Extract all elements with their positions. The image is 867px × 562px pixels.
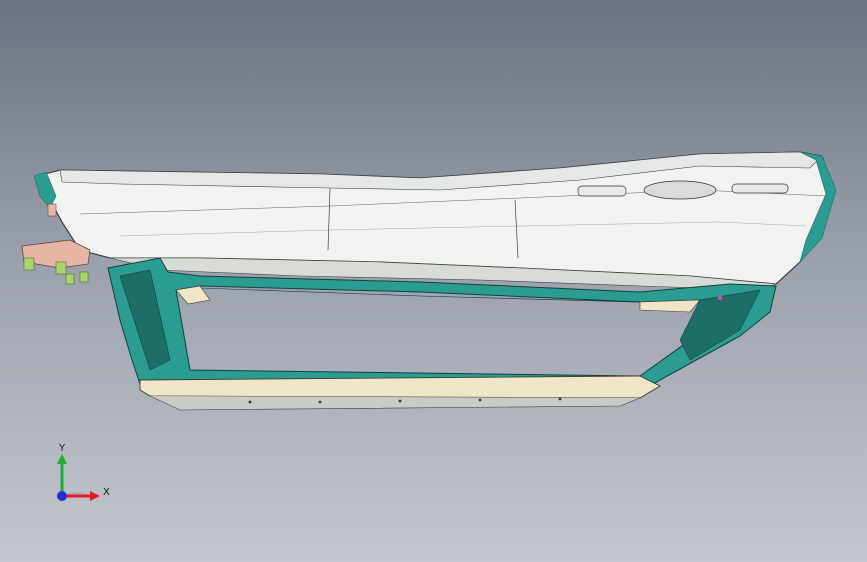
sill-hole	[248, 400, 252, 404]
clip-top[interactable]	[47, 203, 57, 217]
y-axis-label: Y	[59, 443, 66, 454]
armrest-pocket[interactable]	[731, 183, 789, 194]
y-axis-arrowhead	[57, 454, 67, 464]
fastener-3[interactable]	[65, 273, 75, 285]
fastener-1[interactable]	[23, 257, 35, 271]
sill-hole	[318, 400, 322, 404]
reference-marker[interactable]	[717, 295, 723, 301]
fastener-2[interactable]	[55, 261, 67, 275]
x-axis-arrowhead	[90, 491, 100, 501]
door-trim-panel-model[interactable]	[0, 0, 867, 562]
sill-hole	[478, 398, 482, 402]
door-handle-recess[interactable]	[643, 180, 717, 200]
cad-viewport[interactable]: Y X	[0, 0, 867, 562]
window-switch-pocket[interactable]	[577, 185, 627, 197]
z-axis-dot	[57, 491, 67, 501]
rail-corner-right	[639, 299, 701, 313]
sill-hole	[558, 397, 562, 401]
x-axis-label: X	[103, 487, 110, 498]
sill-bottom	[149, 395, 641, 411]
sill-hole	[398, 399, 402, 403]
fastener-4[interactable]	[79, 271, 89, 283]
sill-rail[interactable]	[139, 375, 661, 399]
